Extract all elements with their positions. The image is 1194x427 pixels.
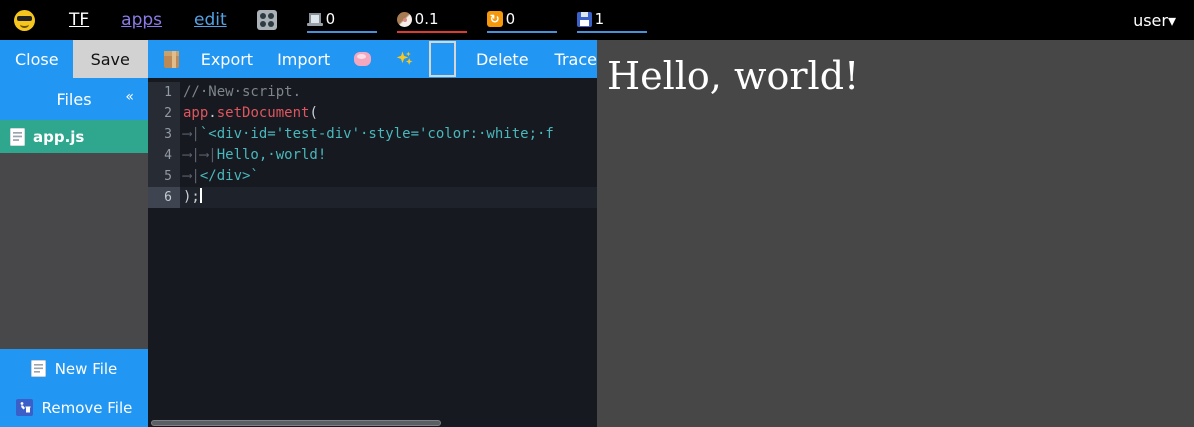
line-number: 6 bbox=[148, 187, 180, 208]
hamster-stat-input[interactable]: 0.1 bbox=[397, 7, 467, 33]
editor-toolbar: Close Save Export Import Delete Trace bbox=[0, 40, 597, 78]
line-number: 3 bbox=[148, 124, 180, 145]
sparkles-icon[interactable] bbox=[395, 49, 415, 69]
stat-value: 0 bbox=[506, 10, 516, 28]
line-number: 1 bbox=[148, 82, 180, 103]
floppy-stat-input[interactable]: 1 bbox=[577, 7, 647, 33]
code-lines: 1//·New·script.2app.setDocument(3⟶|`<div… bbox=[148, 82, 597, 208]
export-button[interactable]: Export bbox=[201, 50, 253, 69]
file-sidebar: Files « app.js bbox=[0, 78, 148, 427]
code-text: ); bbox=[180, 187, 597, 208]
package-icon[interactable] bbox=[164, 51, 179, 68]
smiley-sunglasses-icon[interactable] bbox=[14, 10, 35, 31]
hamster-icon bbox=[397, 12, 412, 27]
stat-value: 0.1 bbox=[415, 10, 439, 28]
soap-icon[interactable] bbox=[354, 52, 370, 66]
file-name: app.js bbox=[33, 128, 84, 146]
remove-file-button[interactable]: Remove File bbox=[0, 388, 148, 427]
files-title: Files bbox=[56, 90, 91, 109]
sidebar-empty-area bbox=[0, 153, 148, 349]
code-text: ⟶|⟶|Hello,·world! bbox=[180, 145, 597, 166]
laptop-stat-input[interactable]: 0 bbox=[307, 7, 377, 33]
remove-file-label: Remove File bbox=[42, 399, 133, 417]
floppy-icon bbox=[577, 12, 592, 27]
new-file-label: New File bbox=[55, 360, 118, 378]
code-line[interactable]: 4⟶|⟶|Hello,·world! bbox=[148, 145, 597, 166]
code-line[interactable]: 5⟶|</div>` bbox=[148, 166, 597, 187]
refresh-icon: ↻ bbox=[487, 11, 503, 27]
delete-button[interactable]: Delete bbox=[476, 50, 529, 69]
file-item[interactable]: app.js bbox=[0, 120, 148, 153]
file-list: app.js bbox=[0, 120, 148, 153]
files-header: Files « bbox=[0, 78, 148, 120]
refresh-stat-input[interactable]: ↻0 bbox=[487, 7, 557, 33]
blank-button[interactable] bbox=[429, 41, 456, 77]
text-cursor bbox=[200, 188, 202, 203]
trace-button[interactable]: Trace bbox=[555, 50, 597, 69]
code-line[interactable]: 2app.setDocument( bbox=[148, 103, 597, 124]
line-number: 5 bbox=[148, 166, 180, 187]
code-text: ⟶|</div>` bbox=[180, 166, 597, 187]
horizontal-scrollbar-thumb[interactable] bbox=[151, 420, 441, 426]
line-number: 2 bbox=[148, 103, 180, 124]
litter-bin-icon bbox=[16, 399, 33, 416]
code-line[interactable]: 6); bbox=[148, 187, 597, 208]
nav-link-edit[interactable]: edit bbox=[194, 10, 227, 30]
code-text: //·New·script. bbox=[180, 82, 597, 103]
nav-link-apps[interactable]: apps bbox=[121, 10, 162, 30]
line-number: 4 bbox=[148, 145, 180, 166]
laptop-icon bbox=[307, 13, 323, 26]
stat-value: 0 bbox=[326, 10, 336, 28]
render-preview: Hello, world! bbox=[597, 40, 1194, 427]
close-button[interactable]: Close bbox=[15, 50, 59, 69]
code-text: app.setDocument( bbox=[180, 103, 597, 124]
page-icon bbox=[10, 128, 25, 146]
import-button[interactable]: Import bbox=[277, 50, 330, 69]
preview-text: Hello, world! bbox=[607, 54, 1194, 100]
code-line[interactable]: 1//·New·script. bbox=[148, 82, 597, 103]
resource-stats: 00.1↻01 bbox=[307, 7, 647, 33]
stat-value: 1 bbox=[595, 10, 605, 28]
control-knobs-icon[interactable] bbox=[257, 10, 277, 30]
save-button[interactable]: Save bbox=[73, 40, 148, 78]
user-menu[interactable]: user▾ bbox=[1133, 11, 1176, 30]
page-icon bbox=[31, 360, 46, 377]
code-line[interactable]: 3⟶|`<div·id='test-div'·style='color:·whi… bbox=[148, 124, 597, 145]
code-text: ⟶|`<div·id='test-div'·style='color:·whit… bbox=[180, 124, 597, 145]
code-editor[interactable]: 1//·New·script.2app.setDocument(3⟶|`<div… bbox=[148, 78, 597, 427]
new-file-button[interactable]: New File bbox=[0, 349, 148, 388]
brand-link[interactable]: TF bbox=[69, 10, 89, 30]
collapse-sidebar-button[interactable]: « bbox=[125, 89, 134, 105]
topbar: TF apps edit 00.1↻01 user▾ bbox=[0, 0, 1194, 40]
sidebar-footer: New File Remove File bbox=[0, 349, 148, 427]
